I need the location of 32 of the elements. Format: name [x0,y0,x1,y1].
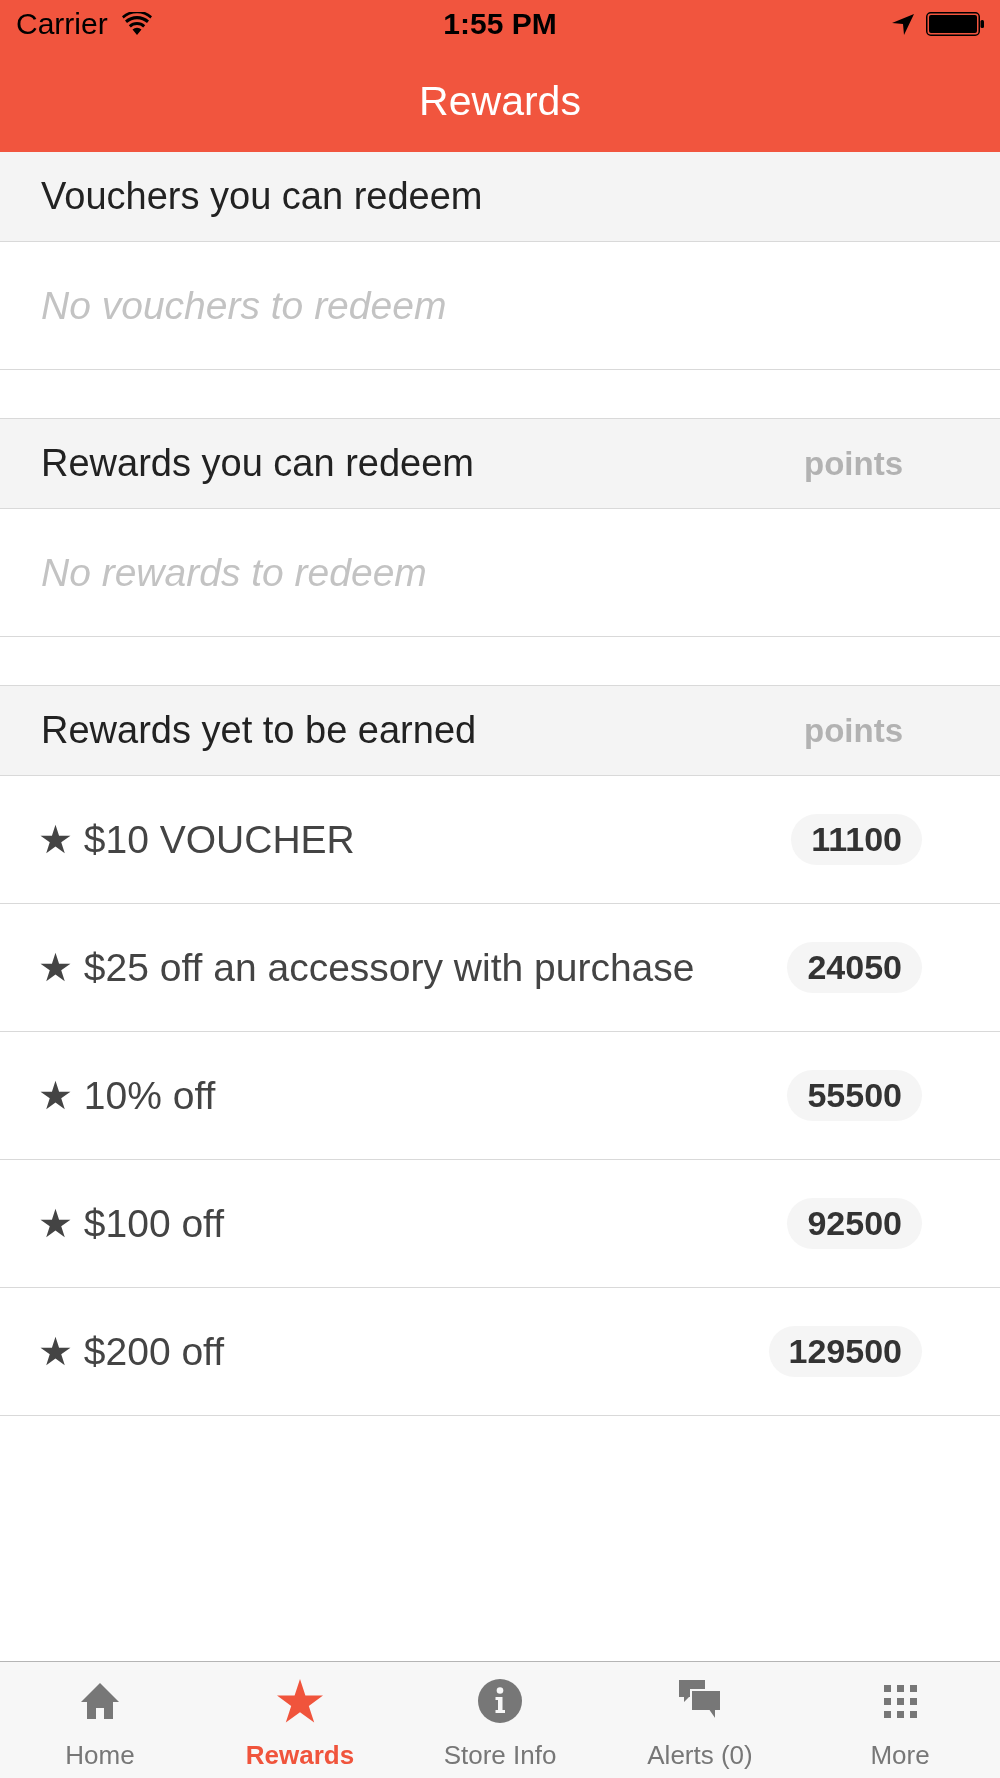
carrier-label: Carrier [16,7,108,41]
tab-button[interactable]: Store Info [400,1662,600,1778]
points-badge: 55500 [787,1070,922,1121]
section-title: Rewards you can redeem [41,442,474,485]
reward-label: ★ 10% off [38,1073,216,1118]
section-title: Rewards yet to be earned [41,709,477,752]
wifi-icon [121,11,152,35]
points-badge: 92500 [787,1198,922,1249]
time-label: 1:55 PM [443,7,557,41]
empty-message: No vouchers to redeem [41,283,447,328]
reward-label: ★ $200 off [38,1329,225,1374]
tab-button[interactable]: Home [0,1662,200,1778]
tab-button[interactable]: Rewards [200,1662,400,1778]
location-arrow-icon [892,13,914,35]
tab-button[interactable]: More [800,1662,1000,1778]
info-icon [478,1679,522,1723]
points-badge: 129500 [768,1326,922,1377]
reward-label: ★ $10 VOUCHER [38,817,355,862]
column-label: points [804,444,903,483]
points-badge: 11100 [791,814,922,865]
column-label: points [804,711,903,750]
page-title: Rewards [419,77,581,125]
points-badge: 24050 [787,942,922,993]
section-title: Vouchers you can redeem [41,175,483,218]
battery-icon [926,12,984,36]
tab-button[interactable]: Alerts (0) [600,1662,800,1778]
empty-message: No rewards to redeem [41,550,427,595]
grid-icon [883,1684,917,1718]
reward-label: ★ $100 off [38,1201,225,1246]
reward-label: ★ $25 off an accessory with purchase [38,945,695,990]
star-icon [277,1679,323,1723]
home-icon [80,1682,120,1720]
